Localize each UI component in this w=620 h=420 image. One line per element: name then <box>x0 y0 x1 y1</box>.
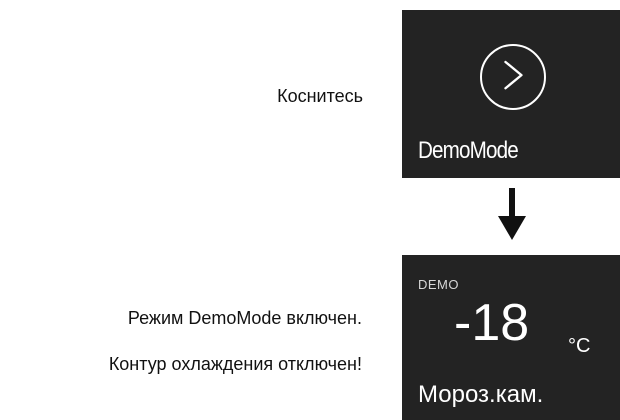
freezer-display-screen: DEMO -18 °C Мороз.кам. <box>402 255 620 420</box>
demomode-screen: DemoMode <box>402 10 620 178</box>
demomode-label: DemoMode <box>418 137 519 164</box>
temperature-unit: °C <box>568 335 591 357</box>
demo-badge: DEMO <box>418 277 459 292</box>
temperature-value: -18 <box>454 294 530 352</box>
touch-instruction: Коснитесь <box>277 86 363 106</box>
arrow-down-icon <box>498 188 526 240</box>
cooling-disabled-message: Контур охлаждения отключен! <box>108 354 362 374</box>
chevron-right-icon <box>504 60 523 90</box>
demomode-enabled-message: Режим DemoMode включен. <box>127 308 362 328</box>
freezer-zone-label: Мороз.кам. <box>418 381 544 408</box>
demomode-start-button[interactable] <box>480 44 546 110</box>
